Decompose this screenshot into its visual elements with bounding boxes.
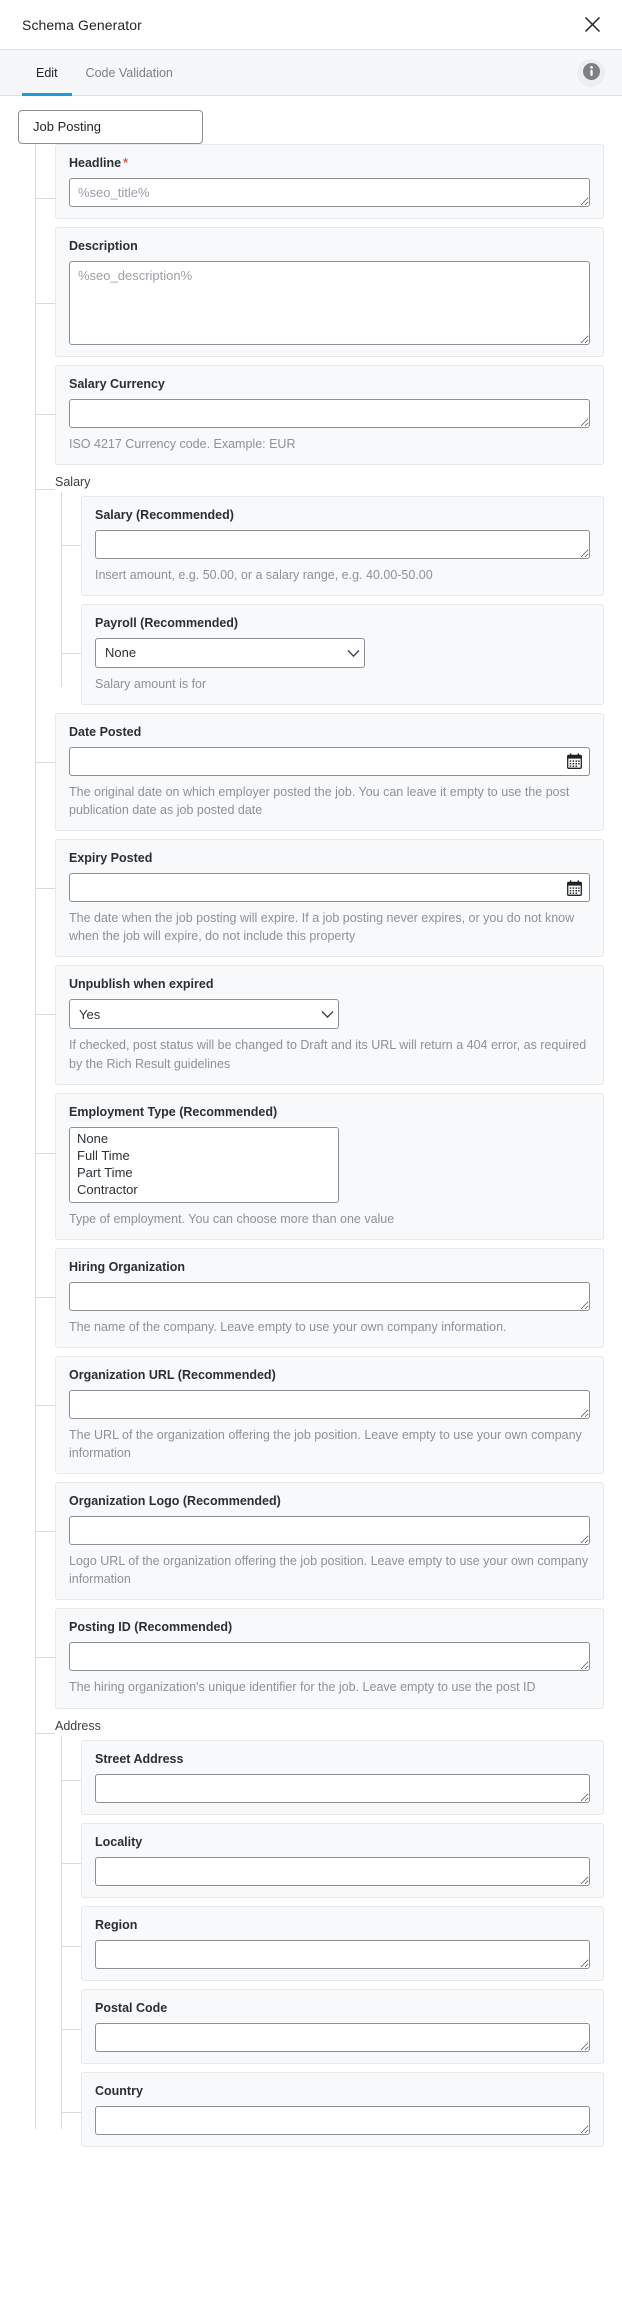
postal-code-input[interactable] [95,2022,590,2052]
field-organization-logo: Organization Logo (Recommended) Logo URL… [35,1482,604,1601]
calendar-icon[interactable] [567,880,582,896]
field-payroll-help: Salary amount is for [95,676,207,691]
modal-header: Schema Generator [0,0,622,49]
employment-type-listbox[interactable]: None Full Time Part Time Contractor Temp… [69,1126,339,1203]
schema-root-node[interactable]: Job Posting [18,110,203,144]
field-salary-label: Salary (Recommended) [95,507,234,522]
field-description-label: Description [69,238,138,253]
page-title: Schema Generator [22,16,142,33]
field-date-posted: Date Posted The original date on which e… [35,712,604,832]
info-icon [582,62,600,83]
field-postal-code-label: Postal Code [95,2000,168,2015]
field-headline-label: Headline * [69,156,590,171]
region-input[interactable] [95,1939,590,1969]
schema-form: Job Posting Headline* Description Salary… [0,96,622,2175]
field-date-posted-help: The original date on which employer post… [69,784,570,818]
field-salary-currency: Salary Currency ISO 4217 Currency code. … [35,364,604,465]
locality-input[interactable] [95,1856,590,1886]
unpublish-select[interactable]: Yes [69,999,339,1030]
field-locality: Locality [61,1822,604,1898]
field-date-posted-label: Date Posted [69,724,142,739]
close-button[interactable] [578,11,606,39]
field-salary-currency-help: ISO 4217 Currency code. Example: EUR [69,436,296,451]
field-payroll: Payroll (Recommended) None Salary amount… [61,603,604,705]
organization-logo-input[interactable] [69,1516,590,1546]
tab-code-validation-label: Code Validation [85,65,173,80]
field-payroll-label: Payroll (Recommended) [95,615,239,630]
field-employment-type-label: Employment Type (Recommended) [69,1104,278,1119]
field-street-address-label: Street Address [95,1751,184,1766]
list-item[interactable]: Temporary [70,1198,338,1203]
field-expiry-posted-label: Expiry Posted [69,851,153,866]
salary-input[interactable] [95,529,590,559]
field-posting-id: Posting ID (Recommended) The hiring orga… [35,1608,604,1709]
field-salary-currency-label: Salary Currency [69,376,165,391]
group-salary-title: Salary [55,474,91,489]
field-postal-code: Postal Code [61,1988,604,2064]
headline-input[interactable] [69,177,590,207]
tab-edit-label: Edit [36,65,58,80]
field-region-label: Region [95,1917,138,1932]
field-headline: Headline * [35,143,604,219]
field-organization-logo-label: Organization Logo (Recommended) [69,1494,281,1509]
country-input[interactable] [95,2105,590,2135]
field-hiring-organization: Hiring Organization The name of the comp… [35,1247,604,1348]
field-posting-id-label: Posting ID (Recommended) [69,1620,233,1635]
field-posting-id-help: The hiring organization's unique identif… [69,1680,536,1695]
field-salary: Salary (Recommended) Insert amount, e.g.… [61,495,604,596]
field-headline-label-text: Headline [69,155,122,170]
group-address-subtree: Street Address Locality Region Postal Co… [61,1735,604,2147]
tab-edit[interactable]: Edit [22,50,72,96]
field-unpublish-when-expired: Unpublish when expired Yes If checked, p… [35,965,604,1085]
field-description: Description [35,226,604,357]
payroll-select[interactable]: None [95,637,365,668]
group-address-title: Address [55,1718,101,1733]
field-country-label: Country [95,2083,143,2098]
field-hiring-organization-label: Hiring Organization [69,1259,185,1274]
field-organization-url: Organization URL (Recommended) The URL o… [35,1355,604,1475]
expiry-posted-input[interactable] [69,873,590,903]
list-item[interactable]: None [70,1130,338,1147]
group-address: Address Street Address Locality Region P… [35,1718,604,2147]
schema-tree: Headline* Description Salary Currency IS… [35,143,604,2147]
field-salary-help: Insert amount, e.g. 50.00, or a salary r… [95,567,433,582]
field-employment-type-help: Type of employment. You can choose more … [69,1211,395,1226]
salary-currency-input[interactable] [69,398,590,428]
calendar-icon[interactable] [567,753,582,770]
required-asterisk: * [123,155,128,170]
info-button[interactable] [577,58,605,87]
hiring-organization-input[interactable] [69,1281,590,1311]
group-salary-subtree: Salary (Recommended) Insert amount, e.g.… [61,491,604,705]
organization-url-input[interactable] [69,1389,590,1419]
description-input[interactable] [69,260,590,345]
field-street-address: Street Address [61,1739,604,1815]
tabs-bar: Edit Code Validation [0,49,622,96]
close-icon [584,16,601,33]
field-expiry-posted: Expiry Posted The date when the job post… [35,839,604,958]
field-region: Region [61,1905,604,1981]
field-organization-url-help: The URL of the organization offering the… [69,1427,582,1461]
tab-code-validation[interactable]: Code Validation [72,50,187,95]
street-address-input[interactable] [95,1773,590,1803]
list-item[interactable]: Full Time [70,1147,338,1164]
posting-id-input[interactable] [69,1642,590,1672]
field-expiry-posted-help: The date when the job posting will expir… [69,911,575,944]
field-country: Country [61,2071,604,2147]
field-locality-label: Locality [95,1834,143,1849]
field-organization-logo-help: Logo URL of the organization offering th… [69,1554,589,1587]
group-salary: Salary Salary (Recommended) Insert amoun… [35,474,604,705]
list-item[interactable]: Contractor [70,1181,338,1198]
field-hiring-organization-help: The name of the company. Leave empty to … [69,1319,507,1334]
field-unpublish-label: Unpublish when expired [69,977,214,992]
field-organization-url-label: Organization URL (Recommended) [69,1367,276,1382]
field-unpublish-help: If checked, post status will be changed … [69,1038,587,1071]
field-employment-type: Employment Type (Recommended) None Full … [35,1092,604,1240]
list-item[interactable]: Part Time [70,1164,338,1181]
date-posted-input[interactable] [69,746,590,776]
